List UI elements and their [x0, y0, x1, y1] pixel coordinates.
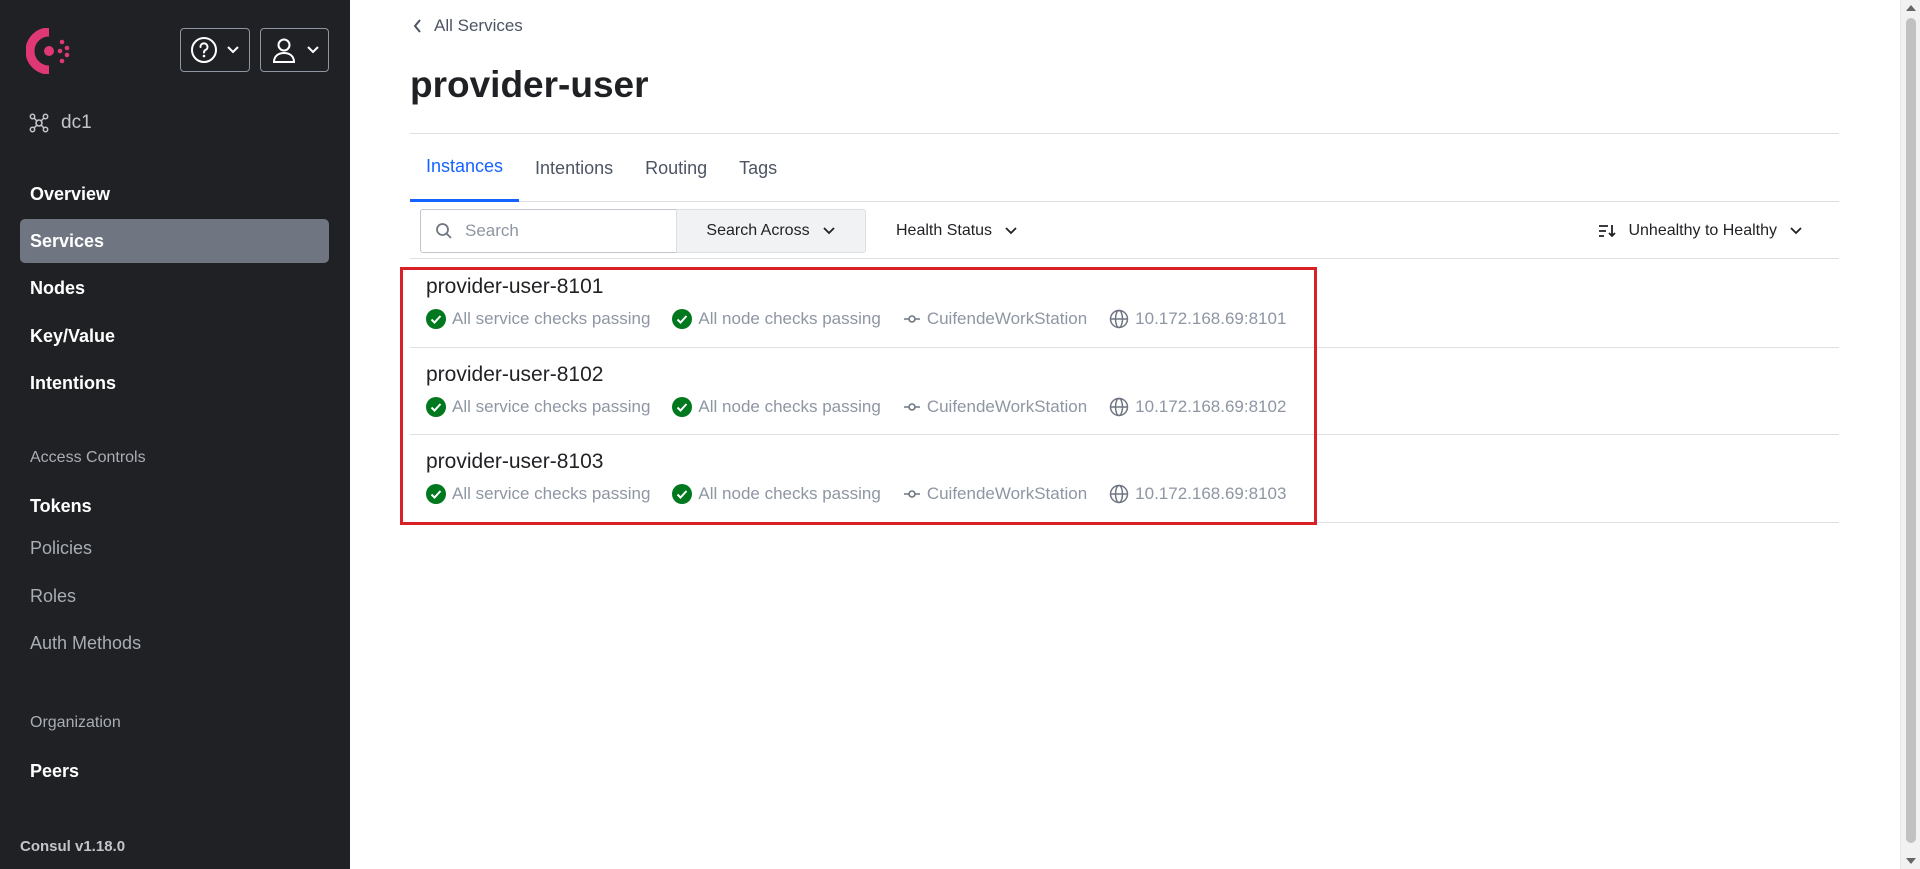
nav-peers[interactable]: Peers [20, 749, 329, 793]
service-checks-text: All service checks passing [452, 484, 651, 503]
node-name-text: CuifendeWorkStation [926, 396, 1088, 416]
node-checks-status: All node checks passing [672, 484, 881, 504]
user-menu-button[interactable] [260, 28, 329, 72]
check-circle-icon [672, 484, 693, 504]
node-checks-text: All node checks passing [698, 396, 881, 416]
tab-intentions[interactable]: Intentions [519, 134, 629, 202]
instance-name[interactable]: provider-user-8101 [426, 275, 603, 299]
version-label: Consul v1.18.0 [20, 838, 126, 855]
search-across-dropdown[interactable]: Search Across [676, 209, 866, 253]
chevron-down-icon [227, 46, 239, 54]
service-checks-text: All service checks passing [452, 309, 651, 328]
search-icon [436, 223, 452, 239]
sort-label: Unhealthy to Healthy [1628, 222, 1777, 239]
nav-policies[interactable]: Policies [20, 526, 329, 570]
instance-row[interactable]: provider-user-8101 All service checks pa… [410, 260, 1839, 348]
scroll-up-arrow[interactable] [1906, 5, 1916, 11]
address-text: 10.172.168.69:8103 [1135, 484, 1287, 503]
instance-row[interactable]: provider-user-8102 All service checks pa… [410, 348, 1839, 435]
filter-toolbar: Search Across Health Status Unhealthy to… [410, 207, 1839, 259]
node-name: CuifendeWorkStation [903, 397, 1087, 417]
instance-meta: All service checks passing All node chec… [426, 484, 1308, 504]
access-controls-heading: Access Controls [30, 449, 146, 466]
address-text: 10.172.168.69:8102 [1135, 396, 1287, 416]
chevron-down-icon [1790, 227, 1802, 235]
breadcrumb[interactable]: All Services [412, 16, 523, 36]
node-name: CuifendeWorkStation [903, 484, 1087, 504]
chevron-down-icon [822, 227, 835, 235]
service-checks-status: All service checks passing [426, 484, 650, 504]
nav-auth-methods[interactable]: Auth Methods [20, 621, 329, 665]
help-menu-button[interactable] [180, 28, 250, 72]
node-checks-status: All node checks passing [672, 309, 881, 329]
chevron-down-icon [1005, 227, 1017, 235]
instance-meta: All service checks passing All node chec… [426, 309, 1308, 329]
node-checks-text: All node checks passing [698, 309, 881, 328]
check-circle-icon [426, 396, 446, 417]
datacenter-name: dc1 [61, 112, 92, 133]
git-commit-icon [903, 315, 920, 323]
instance-list: provider-user-8101 All service checks pa… [410, 260, 1839, 523]
check-circle-icon [672, 309, 693, 329]
nav-intentions[interactable]: Intentions [20, 361, 329, 405]
nav-services[interactable]: Services [20, 219, 329, 263]
sidebar: dc1 Overview Services Nodes Key/Value In… [0, 0, 350, 869]
instance-name[interactable]: provider-user-8102 [426, 363, 603, 387]
health-status-label: Health Status [896, 222, 993, 239]
check-circle-icon [426, 309, 446, 329]
sort-icon [1599, 225, 1617, 238]
globe-icon [1109, 484, 1129, 504]
tab-tags[interactable]: Tags [723, 134, 793, 202]
cluster-icon [29, 113, 49, 133]
globe-icon [1109, 397, 1129, 416]
chevron-left-icon [413, 19, 421, 33]
help-icon [191, 37, 217, 63]
nav-tokens[interactable]: Tokens [20, 484, 329, 528]
node-name: CuifendeWorkStation [903, 309, 1087, 329]
nav-nodes[interactable]: Nodes [20, 266, 329, 310]
git-commit-icon [903, 490, 920, 498]
main-content: All Services provider-user Instances Int… [350, 0, 1900, 869]
scroll-down-arrow[interactable] [1906, 858, 1916, 864]
sort-dropdown[interactable]: Unhealthy to Healthy [1598, 209, 1803, 253]
service-checks-status: All service checks passing [426, 309, 650, 329]
tab-routing[interactable]: Routing [629, 134, 723, 202]
search-box [420, 209, 677, 253]
node-name-text: CuifendeWorkStation [926, 309, 1088, 328]
instance-row[interactable]: provider-user-8103 All service checks pa… [410, 435, 1839, 523]
instance-address: 10.172.168.69:8102 [1109, 397, 1286, 417]
node-name-text: CuifendeWorkStation [926, 484, 1088, 503]
vertical-scrollbar[interactable] [1900, 0, 1920, 869]
datacenter-selector[interactable]: dc1 [29, 112, 92, 134]
nav-overview[interactable]: Overview [20, 172, 329, 216]
address-text: 10.172.168.69:8101 [1135, 309, 1287, 328]
health-status-dropdown[interactable]: Health Status [896, 209, 1018, 253]
service-checks-status: All service checks passing [426, 396, 651, 417]
node-checks-text: All node checks passing [698, 484, 881, 503]
tab-bar: Instances Intentions Routing Tags [410, 134, 1839, 202]
chevron-down-icon [306, 46, 319, 54]
instance-address: 10.172.168.69:8103 [1109, 484, 1286, 504]
scroll-thumb[interactable] [1906, 18, 1916, 843]
breadcrumb-link[interactable]: All Services [434, 16, 523, 36]
tab-instances[interactable]: Instances [410, 134, 520, 202]
check-circle-icon [426, 484, 446, 504]
instance-name[interactable]: provider-user-8103 [426, 450, 603, 474]
service-checks-text: All service checks passing [452, 396, 651, 416]
consul-logo[interactable] [25, 27, 72, 75]
nav-roles[interactable]: Roles [20, 574, 329, 618]
check-circle-icon [672, 396, 693, 417]
nav-key-value[interactable]: Key/Value [20, 314, 329, 358]
globe-icon [1109, 309, 1129, 329]
organization-heading: Organization [30, 714, 121, 731]
instance-address: 10.172.168.69:8101 [1109, 309, 1286, 329]
search-across-label: Search Across [706, 222, 810, 239]
search-input[interactable] [465, 221, 665, 241]
node-checks-status: All node checks passing [672, 396, 881, 417]
git-commit-icon [903, 402, 920, 411]
instance-meta: All service checks passing All node chec… [426, 396, 1308, 417]
user-icon [272, 38, 295, 63]
page-title: provider-user [410, 64, 649, 105]
